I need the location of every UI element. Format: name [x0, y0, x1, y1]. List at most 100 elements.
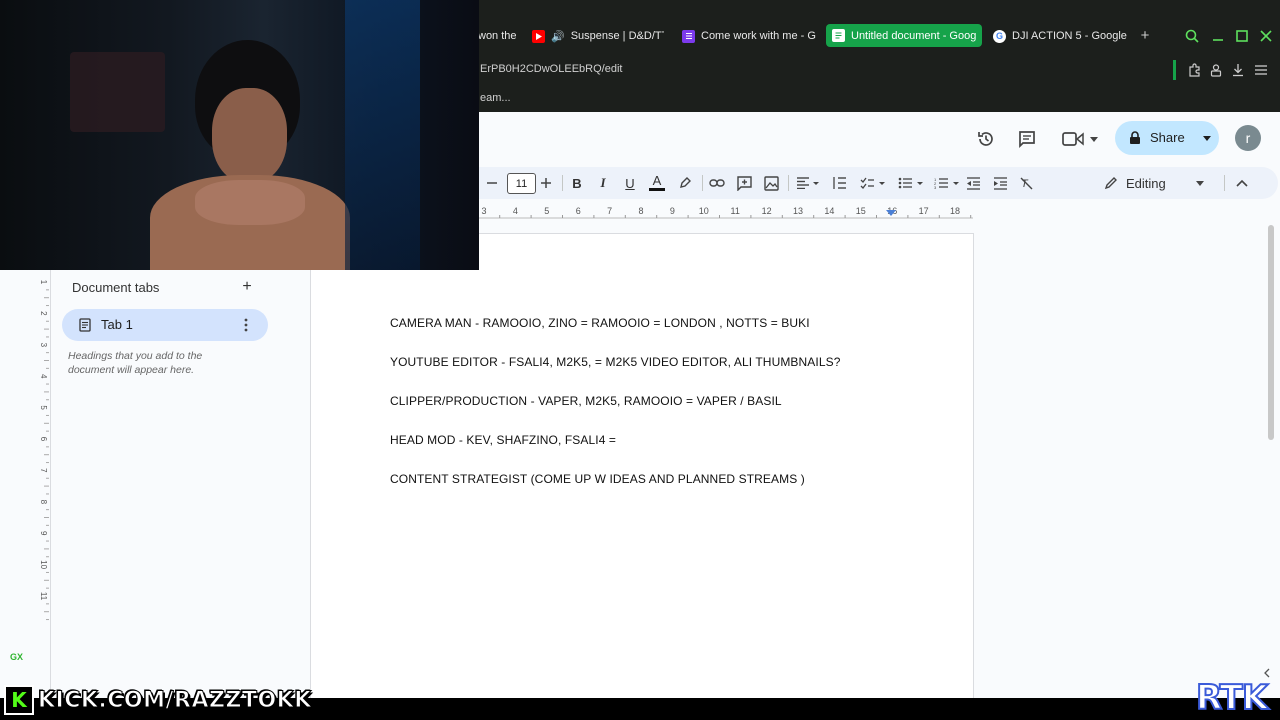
- ruler-tick-label: 17: [919, 206, 929, 216]
- ruler-tick-label: 13: [793, 206, 803, 216]
- tab-label: Suspense | D&D/TT: [570, 30, 664, 42]
- search-icon[interactable]: [1184, 28, 1200, 44]
- bookmark-item[interactable]: eam...: [480, 92, 511, 104]
- ruler-tick-label: 10: [699, 206, 709, 216]
- toolbar-divider: [562, 175, 563, 191]
- numbered-list-icon[interactable]: 123: [932, 174, 962, 192]
- line-spacing-icon[interactable]: [830, 174, 848, 192]
- chevron-down-icon: [1196, 181, 1204, 186]
- document-line[interactable]: HEAD MOD - KEV, SHAFZINO, FSALI4 =: [390, 433, 616, 447]
- decrease-font-size-icon[interactable]: [484, 175, 500, 191]
- italic-icon[interactable]: I: [595, 174, 611, 192]
- streamer-hands: [195, 180, 305, 225]
- ruler-tick-label: 5: [544, 206, 549, 216]
- tab-come-work[interactable]: Come work with me - G: [682, 24, 816, 48]
- clear-formatting-icon[interactable]: T: [1017, 174, 1035, 192]
- sidebar-item-tab1[interactable]: Tab 1: [62, 309, 268, 341]
- tab-untitled-document[interactable]: Untitled document - Goog: [826, 24, 982, 47]
- increase-indent-icon[interactable]: [991, 174, 1009, 192]
- tab-partial[interactable]: won the: [478, 24, 518, 48]
- vruler-tick-label: 6: [39, 437, 48, 442]
- comments-icon[interactable]: [1016, 128, 1038, 150]
- kick-logo-icon: K: [4, 685, 34, 715]
- link-icon[interactable]: [708, 174, 726, 192]
- ruler-tick-label: 15: [856, 206, 866, 216]
- panel-hint: Headings that you add to the document wi…: [68, 350, 203, 376]
- tab-suspense[interactable]: 🔊 Suspense | D&D/TT: [532, 24, 664, 48]
- document-line[interactable]: YOUTUBE EDITOR - FSALI4, M2K5, = M2K5 VI…: [390, 355, 841, 369]
- vruler-tick-label: 9: [39, 531, 48, 536]
- url-text[interactable]: ErPB0H2CDwOLEEbRQ/edit: [480, 63, 622, 75]
- meet-button[interactable]: [1060, 128, 1100, 150]
- checklist-icon[interactable]: [858, 174, 888, 192]
- vruler-tick-label: 3: [39, 343, 48, 348]
- close-icon[interactable]: [1258, 28, 1274, 44]
- decrease-indent-icon[interactable]: [964, 174, 982, 192]
- version-history-icon[interactable]: [975, 128, 997, 150]
- panel-title: Document tabs: [72, 280, 160, 295]
- bulleted-list-icon[interactable]: [896, 174, 926, 192]
- add-comment-icon[interactable]: [735, 174, 753, 192]
- ruler-tick-label: 14: [824, 206, 834, 216]
- toolbar-divider: [788, 175, 789, 191]
- kick-banner: K KICK.COM/RAZZTOKK: [4, 685, 312, 715]
- profile-lock-icon[interactable]: [1208, 62, 1224, 78]
- ruler-tick-label: 7: [607, 206, 612, 216]
- toolbar-divider: [1224, 175, 1225, 191]
- document-line[interactable]: CLIPPER/PRODUCTION - VAPER, M2K5, RAMOOI…: [390, 394, 782, 408]
- ruler-tick-label: 4: [513, 206, 518, 216]
- add-tab-plus-icon[interactable]: +: [239, 278, 255, 295]
- share-label: Share: [1150, 130, 1185, 145]
- document-icon: [79, 318, 91, 332]
- menu-icon[interactable]: [1253, 62, 1269, 78]
- form-icon: [682, 29, 695, 43]
- youtube-icon: [532, 29, 545, 43]
- ruler-tick-label: 3: [481, 206, 486, 216]
- vruler-tick-label: 8: [39, 500, 48, 505]
- document-page[interactable]: [310, 233, 974, 704]
- ruler-tick-label: 9: [670, 206, 675, 216]
- align-menu-icon[interactable]: [794, 174, 822, 192]
- editing-label: Editing: [1126, 176, 1166, 191]
- ruler-tick-label: 12: [762, 206, 772, 216]
- docs-icon: [832, 29, 845, 42]
- insert-image-icon[interactable]: [762, 174, 780, 192]
- lock-icon: [1129, 131, 1141, 145]
- scrollbar-thumb[interactable]: [1268, 225, 1274, 440]
- document-line[interactable]: CAMERA MAN - RAMOOIO, ZINO = RAMOOIO = L…: [390, 316, 810, 330]
- minimize-icon[interactable]: [1210, 28, 1226, 44]
- vruler-tick-label: 1: [39, 280, 48, 285]
- horizontal-ruler: 3456789101112131415161718: [478, 204, 998, 220]
- tab-label: Untitled document - Goog: [851, 29, 977, 42]
- more-vert-icon[interactable]: [244, 318, 248, 332]
- collapse-menus-icon[interactable]: [1234, 175, 1250, 191]
- download-icon[interactable]: [1230, 62, 1246, 78]
- underline-icon[interactable]: U: [622, 174, 638, 192]
- font-size-input[interactable]: 11: [507, 173, 536, 194]
- ruler-tick-label: 18: [950, 206, 960, 216]
- bold-icon[interactable]: B: [569, 174, 585, 192]
- vruler-tick-label: 5: [39, 405, 48, 410]
- maximize-icon[interactable]: [1234, 28, 1250, 44]
- share-button[interactable]: Share: [1115, 121, 1219, 155]
- new-tab-plus-icon[interactable]: +: [1138, 27, 1152, 44]
- editing-mode-dropdown[interactable]: Editing: [1096, 170, 1206, 196]
- sidebar-accent-line: [1173, 60, 1176, 80]
- background-chair: [70, 52, 165, 132]
- webcam-overlay: [0, 0, 479, 270]
- document-line[interactable]: CONTENT STRATEGIST (COME UP W IDEAS AND …: [390, 472, 805, 486]
- toolbar-divider: [702, 175, 703, 191]
- highlight-pen-icon[interactable]: [676, 174, 694, 192]
- extensions-icon[interactable]: [1186, 62, 1202, 78]
- pencil-icon: [1104, 176, 1118, 190]
- increase-font-size-icon[interactable]: [538, 175, 554, 191]
- vruler-tick-label: 10: [39, 560, 48, 569]
- tab-dji[interactable]: G DJI ACTION 5 - Google: [993, 24, 1127, 48]
- indent-marker-icon[interactable]: [886, 210, 896, 216]
- share-chevron-icon[interactable]: [1203, 136, 1211, 141]
- formatting-toolbar: 11 B I U A 123 T Editing: [478, 167, 1278, 199]
- scroll-left-arrow-icon[interactable]: [1263, 668, 1271, 678]
- avatar[interactable]: r: [1235, 125, 1261, 151]
- vruler-tick-label: 11: [39, 592, 48, 601]
- text-color-icon[interactable]: A: [648, 172, 666, 192]
